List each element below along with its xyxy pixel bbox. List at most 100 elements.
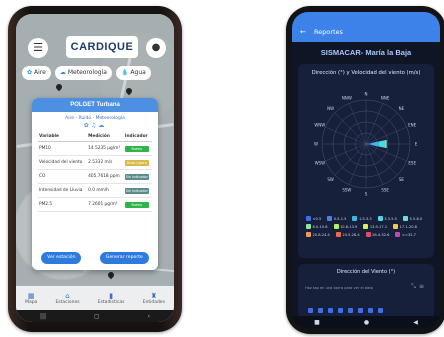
indicator-badge: Sin indicador — [124, 173, 149, 180]
user-icon[interactable]: ● — [146, 38, 166, 58]
nav-item-map[interactable]: ▦ Mapa — [25, 292, 37, 305]
generate-report-button[interactable]: Generar reporte — [99, 252, 149, 264]
chip-water[interactable]: 💧 Agua — [115, 66, 151, 80]
windrose-direction-label: NNW — [342, 95, 352, 100]
windrose-spoke — [334, 112, 367, 145]
direction-swatch[interactable] — [338, 308, 343, 313]
indicator-cell: Bueno — [123, 197, 152, 212]
legend-entry[interactable]: 10.8-13.9 — [333, 224, 357, 229]
legend-entry[interactable]: 28.4-32.6 — [365, 232, 390, 237]
zoom-icon[interactable]: ⤡ — [411, 283, 419, 290]
menu-icon[interactable]: ☰ — [28, 38, 48, 58]
back-icon[interactable]: ‹ — [148, 313, 150, 320]
legend-label: 24.5-28.4 — [342, 232, 360, 237]
nav-item-stations[interactable]: ⌂ Estaciones — [55, 292, 79, 305]
legend-entry[interactable]: 8.0-10.8 — [306, 224, 328, 229]
column-header: Indicador — [123, 132, 152, 142]
legend-swatch — [363, 224, 369, 229]
variable-value: 0.0 mm/h — [87, 183, 124, 198]
indicator-badge: Sin indicador — [124, 187, 149, 194]
legend-label: 8.0-10.8 — [312, 224, 328, 229]
legend-label: 1.5-3.3 — [358, 216, 372, 221]
stop-icon[interactable]: ■ — [314, 319, 320, 326]
variable-name: PM2.5 — [38, 197, 88, 212]
legend-entry[interactable]: 13.9-17.1 — [363, 224, 387, 229]
nav-item-entities[interactable]: ♜ Entidades — [143, 292, 165, 305]
variable-value: 2.5332 m/s — [87, 155, 124, 170]
variable-value: 405.7618 ppm — [87, 169, 124, 184]
arrow-left-icon[interactable]: ← — [300, 22, 306, 42]
legend-swatch — [333, 224, 339, 229]
air-icon: ✿ — [83, 122, 91, 129]
table-row: CO 405.7618 ppm Sin indicador — [38, 169, 152, 184]
variable-name: Velocidad del viento — [38, 155, 88, 170]
system-nav: ||| ▢ ‹ — [16, 310, 174, 322]
table-row: PM2.5 7.2601 µg/m³ Bueno — [38, 197, 152, 212]
weather-icon: ☁ — [59, 69, 66, 76]
table-row: Intensidad de Lluvia 0.0 mm/h Sin indica… — [38, 183, 152, 198]
chip-weather[interactable]: ☁ Meteorología — [54, 66, 112, 80]
windrose-direction-label: SSW — [342, 188, 351, 193]
station-modal: POLGET Turbana Aire - Ruido - Meteorolog… — [32, 98, 158, 270]
direction-swatch[interactable] — [308, 308, 313, 313]
column-header: Variable — [38, 132, 88, 142]
wind-direction-card: Dirección del Viento (°) Haz tap en una … — [298, 264, 434, 318]
reports-header: ← Reportes — [292, 22, 440, 42]
windrose-direction-label: NW — [327, 106, 334, 111]
windrose-card: Dirección (°) y Velocidad del viento (m/… — [298, 64, 434, 258]
windrose-sector — [378, 140, 385, 148]
windrose-direction-label: N — [365, 92, 368, 97]
windrose-title: Dirección (°) y Velocidad del viento (m/… — [311, 70, 421, 76]
indicator-cell: Sin indicador — [123, 169, 152, 184]
chip-air[interactable]: ✿ Aire — [22, 66, 51, 80]
filter-chips: ✿ Aire ☁ Meteorología 💧 Agua — [22, 66, 174, 80]
legend-entry[interactable]: 20.8-24.4 — [306, 232, 330, 237]
legend-entry[interactable]: 5.5-8.0 — [402, 216, 422, 221]
legend-entry[interactable]: >=32.7 — [395, 232, 416, 237]
modal-subtitle: Aire - Ruido - Meteorología — [65, 116, 125, 121]
home-icon[interactable]: ▢ — [94, 313, 100, 320]
legend-entry[interactable]: 3.3-5.5 — [377, 216, 397, 221]
legend-entry[interactable]: <0.5 — [306, 216, 321, 221]
variable-name: Intensidad de Lluvia — [38, 183, 88, 198]
right-phone: ← Reportes SISMACAR- María la Baja Direc… — [286, 6, 444, 334]
direction-swatch[interactable] — [328, 308, 333, 313]
recents-icon[interactable]: ||| — [40, 313, 46, 320]
home-icon[interactable]: ● — [364, 319, 369, 326]
indicator-cell: Brisa Ligera — [123, 155, 152, 170]
entities-icon: ♜ — [150, 291, 157, 300]
legend-label: 28.4-32.6 — [372, 232, 390, 237]
modal-title: POLGET Turbana — [32, 98, 158, 112]
indicator-badge: Bueno — [124, 145, 149, 152]
variable-name: PM10 — [38, 141, 88, 156]
table-row: PM10 14.5235 µg/m³ Bueno — [38, 141, 152, 156]
air-icon: ✿ — [27, 69, 33, 76]
legend-entry[interactable]: 0.5-1.5 — [327, 216, 346, 221]
direction-swatch[interactable] — [318, 308, 323, 313]
view-station-button[interactable]: Ver estación — [41, 252, 82, 264]
legend-entry[interactable]: 1.5-3.3 — [352, 216, 372, 221]
legend-label: 0.5-1.5 — [333, 216, 347, 221]
legend-label: 20.8-24.4 — [312, 232, 330, 237]
variable-value: 7.2601 µg/m³ — [87, 197, 124, 212]
legend-swatch — [306, 216, 311, 221]
direction-swatch[interactable] — [368, 308, 373, 313]
windrose-direction-label: E — [415, 142, 418, 147]
windrose-chart[interactable]: N NNE NE ENE E ESE SE SSE S SSW SW WSW W WNW NW NNW — [298, 86, 434, 206]
nav-item-stats[interactable]: ▮ Estadísticas — [98, 292, 125, 305]
direction-swatch[interactable] — [348, 308, 353, 313]
legend-entry[interactable]: 17.1-20.8 — [393, 224, 417, 229]
map-screen: ☰ CARDIQUE ● ✿ Aire ☁ Meteorología 💧 Agua P… — [16, 14, 174, 322]
back-icon[interactable]: ◀ — [413, 319, 418, 326]
windrose-direction-label: SW — [327, 177, 334, 182]
variable-name: CO — [38, 169, 88, 184]
stats-icon: ▮ — [109, 291, 114, 300]
page-title: Reportes — [314, 28, 343, 36]
water-icon: 💧 — [120, 69, 129, 76]
canvas: ☰ CARDIQUE ● ✿ Aire ☁ Meteorología 💧 Agua P… — [0, 0, 444, 337]
legend-entry[interactable]: 24.5-28.4 — [335, 232, 360, 237]
menu-icon[interactable]: ≡ — [419, 283, 427, 290]
wind-direction-title: Dirección del Viento (°) — [336, 269, 396, 275]
direction-swatch[interactable] — [358, 308, 363, 313]
direction-swatch[interactable] — [378, 308, 383, 313]
